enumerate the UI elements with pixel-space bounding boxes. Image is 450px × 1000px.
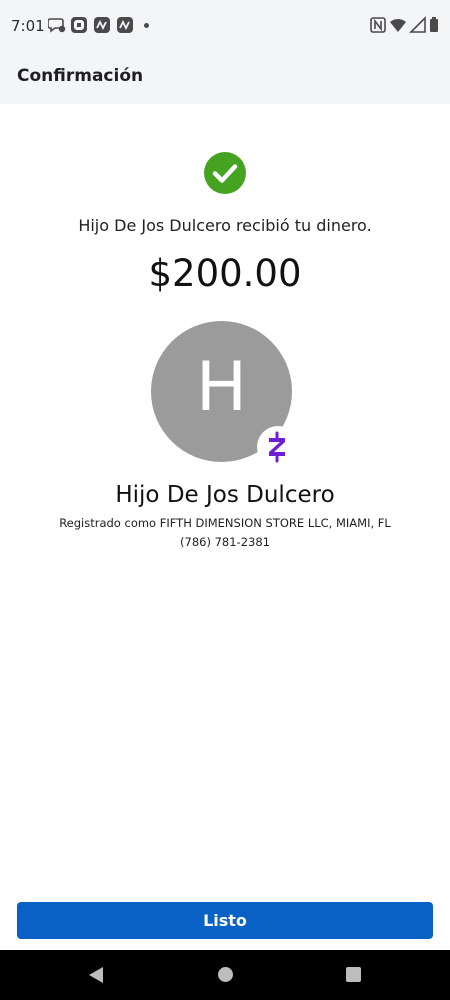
battery-icon bbox=[428, 16, 440, 34]
notification-dot bbox=[144, 23, 149, 28]
nfc-icon bbox=[369, 16, 387, 34]
confirmation-screen: 7:01 Confirmación Hijo De Jos Dulcero re… bbox=[0, 0, 450, 1000]
avatar-initial: H bbox=[195, 348, 248, 427]
check-circle-icon bbox=[204, 152, 246, 194]
confirmation-message: Hijo De Jos Dulcero recibió tu dinero. bbox=[78, 216, 372, 235]
zelle-notification-icon bbox=[93, 16, 111, 34]
navigation-bar bbox=[0, 950, 450, 1000]
status-bar: 7:01 bbox=[0, 0, 450, 52]
registered-as: Registrado como FIFTH DIMENSION STORE LL… bbox=[59, 516, 391, 530]
signal-icon bbox=[409, 16, 427, 34]
status-time: 7:01 bbox=[11, 17, 45, 35]
zelle-icon bbox=[257, 426, 299, 468]
back-icon[interactable] bbox=[88, 966, 104, 988]
amount-sent: $200.00 bbox=[148, 252, 302, 295]
done-button[interactable]: Listo bbox=[17, 902, 433, 939]
zelle-notification-icon bbox=[116, 16, 134, 34]
chase-logo-icon bbox=[70, 16, 88, 34]
home-icon[interactable] bbox=[218, 967, 233, 982]
wifi-icon bbox=[389, 16, 407, 34]
page-title: Confirmación bbox=[17, 66, 144, 86]
recipient-phone: (786) 781-2381 bbox=[180, 535, 270, 549]
chat-bubble-icon bbox=[47, 16, 66, 34]
recipient-name: Hijo De Jos Dulcero bbox=[115, 482, 335, 508]
recents-icon[interactable] bbox=[346, 967, 361, 982]
app-header: Confirmación bbox=[0, 52, 450, 104]
